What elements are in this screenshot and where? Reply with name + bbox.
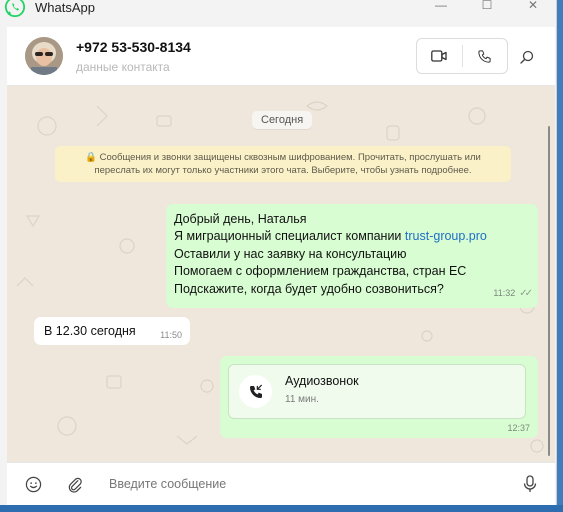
attach-icon xyxy=(68,477,82,493)
message-composer: Введите сообщение xyxy=(7,462,555,505)
message-line: Добрый день, Наталья xyxy=(174,212,307,226)
emoji-button[interactable] xyxy=(23,474,43,494)
window-controls: — ☐ ✕ xyxy=(418,0,556,16)
whatsapp-window: WhatsApp — ☐ ✕ +972 53-530-8134 данные к… xyxy=(0,0,557,505)
whatsapp-logo-icon xyxy=(4,0,26,18)
message-meta: 11:32 ✓✓ xyxy=(493,285,533,302)
call-buttons xyxy=(416,38,508,74)
search-button[interactable] xyxy=(516,46,538,68)
message-time: 11:32 xyxy=(493,287,516,298)
chat-area[interactable]: Сегодня 🔒 Сообщения и звонки защищены ск… xyxy=(7,86,555,462)
video-call-icon xyxy=(431,50,447,62)
voice-message-button[interactable] xyxy=(520,474,540,494)
message-input[interactable]: Введите сообщение xyxy=(109,477,226,491)
app-title: WhatsApp xyxy=(35,0,95,15)
read-receipt-icon: ✓✓ xyxy=(519,287,533,299)
message-meta: 12:37 xyxy=(507,423,530,433)
date-separator: Сегодня xyxy=(252,111,313,129)
encryption-notice-line-1: 🔒 Сообщения и звонки защищены сквозным ш… xyxy=(85,152,481,163)
chat-scrollbar[interactable] xyxy=(548,126,550,456)
incoming-call-icon xyxy=(249,384,262,398)
incoming-message[interactable]: В 12.30 сегодня 11:50 xyxy=(34,317,190,345)
taskbar-edge xyxy=(0,505,563,512)
call-title: Аудиозвонок xyxy=(285,374,359,388)
emoji-icon xyxy=(25,476,41,492)
avatar[interactable] xyxy=(25,37,63,75)
avatar-photo xyxy=(25,37,63,75)
desktop-background xyxy=(557,0,563,505)
chat-header: +972 53-530-8134 данные контакта xyxy=(7,27,555,86)
message-meta: 11:50 xyxy=(160,330,182,340)
message-line: Я миграционный специалист компании trust… xyxy=(174,228,530,245)
video-call-button[interactable] xyxy=(417,39,462,73)
minimize-button[interactable]: — xyxy=(418,0,464,16)
message-text: В 12.30 сегодня xyxy=(44,324,136,338)
call-duration: 11 мин. xyxy=(285,394,319,405)
message-line: Подскажите, когда будет удобно созвонить… xyxy=(174,281,444,296)
call-log-message[interactable]: Аудиозвонок 11 мин. 12:37 xyxy=(220,356,538,438)
message-link[interactable]: trust-group.pro xyxy=(405,229,487,243)
attach-button[interactable] xyxy=(65,474,85,494)
message-line: Помогаем с оформлением гражданства, стра… xyxy=(174,264,467,279)
message-line: Оставили у нас заявку на консультацию xyxy=(174,246,407,261)
contact-name[interactable]: +972 53-530-8134 xyxy=(76,39,191,55)
title-bar: WhatsApp — ☐ ✕ xyxy=(0,0,556,24)
maximize-button[interactable]: ☐ xyxy=(464,0,510,16)
message-time: 11:50 xyxy=(160,330,182,340)
encryption-notice-line-2: переслать их могут только участники этог… xyxy=(94,165,472,176)
audio-call-card[interactable]: Аудиозвонок 11 мин. xyxy=(228,364,526,419)
voice-call-icon xyxy=(478,49,491,63)
microphone-icon xyxy=(523,475,537,492)
encryption-notice[interactable]: 🔒 Сообщения и звонки защищены сквозным ш… xyxy=(55,146,511,182)
close-button[interactable]: ✕ xyxy=(510,0,556,16)
search-icon xyxy=(520,50,534,64)
outgoing-message[interactable]: Добрый день, Наталья Я миграционный спец… xyxy=(166,204,538,308)
message-time: 12:37 xyxy=(507,423,530,433)
call-icon-container xyxy=(239,375,272,408)
contact-info-link[interactable]: данные контакта xyxy=(76,60,170,74)
voice-call-button[interactable] xyxy=(463,39,508,73)
message-text: Я миграционный специалист компании xyxy=(174,229,405,244)
